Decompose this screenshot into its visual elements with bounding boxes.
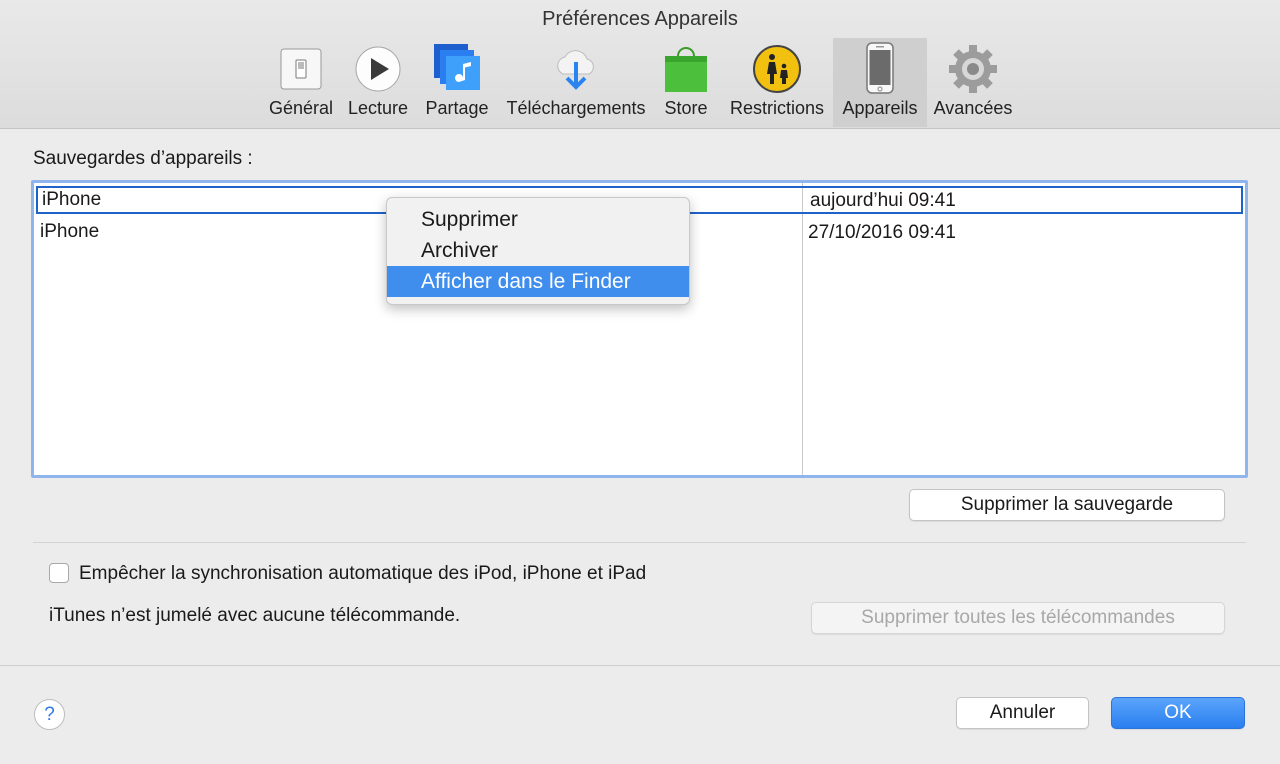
- menu-item-show-in-finder[interactable]: Afficher dans le Finder: [387, 266, 689, 297]
- tab-general[interactable]: Général: [263, 38, 339, 127]
- shopping-bag-icon: [665, 47, 707, 92]
- tab-restrictions-label: Restrictions: [729, 98, 825, 118]
- tab-telechargements[interactable]: Téléchargements: [500, 38, 652, 127]
- iphone-icon: [866, 42, 894, 94]
- tab-store-label: Store: [664, 98, 708, 118]
- prevent-sync-label: Empêcher la synchronisation automatique …: [79, 563, 647, 584]
- tab-telechargements-label: Téléchargements: [506, 98, 646, 118]
- backup-date-cell: aujourd’hui 09:41: [810, 190, 956, 211]
- cancel-button[interactable]: Annuler: [956, 697, 1089, 729]
- tab-lecture[interactable]: Lecture: [342, 38, 414, 127]
- delete-backup-button[interactable]: Supprimer la sauvegarde: [909, 489, 1225, 521]
- cloud-download-icon: [557, 50, 594, 90]
- parental-restrictions-icon: [753, 45, 801, 93]
- tab-appareils-label: Appareils: [842, 98, 918, 118]
- menu-item-archiver[interactable]: Archiver: [387, 235, 689, 266]
- prevent-sync-checkbox[interactable]: [49, 563, 69, 583]
- tab-partage-label: Partage: [425, 98, 489, 118]
- general-switch-icon: [280, 48, 322, 90]
- tab-lecture-label: Lecture: [347, 98, 409, 118]
- ok-button[interactable]: OK: [1111, 697, 1245, 729]
- divider: [33, 542, 1246, 543]
- footer-divider: [0, 665, 1280, 666]
- delete-all-remotes-button[interactable]: Supprimer toutes les télécommandes: [811, 602, 1225, 634]
- device-name-cell: iPhone: [42, 189, 102, 210]
- tab-appareils[interactable]: Appareils: [833, 38, 927, 127]
- play-icon: [355, 46, 401, 92]
- help-button[interactable]: ?: [34, 699, 65, 730]
- menu-item-supprimer[interactable]: Supprimer: [387, 204, 689, 235]
- backup-date-cell: 27/10/2016 09:41: [808, 222, 956, 243]
- remote-info-text: iTunes n’est jumelé avec aucune télécomm…: [49, 605, 461, 626]
- tab-avancees[interactable]: Avancées: [930, 38, 1016, 127]
- tab-avancees-label: Avancées: [933, 98, 1013, 118]
- preferences-tabs: Général Lecture Partage Téléchargements …: [0, 38, 1280, 128]
- tab-restrictions[interactable]: Restrictions: [722, 38, 832, 127]
- tab-general-label: Général: [268, 98, 334, 118]
- window-title: Préférences Appareils: [542, 8, 738, 30]
- backups-label: Sauvegardes d’appareils :: [33, 148, 253, 169]
- gear-icon: [949, 45, 997, 93]
- toolbar: Préférences Appareils Général Lecture Pa…: [0, 0, 1280, 129]
- music-share-icon: [434, 44, 480, 90]
- tab-partage[interactable]: Partage: [419, 38, 495, 127]
- tab-store[interactable]: Store: [658, 38, 714, 127]
- device-name-cell: iPhone: [40, 221, 100, 242]
- context-menu: Supprimer Archiver Afficher dans le Find…: [386, 197, 690, 305]
